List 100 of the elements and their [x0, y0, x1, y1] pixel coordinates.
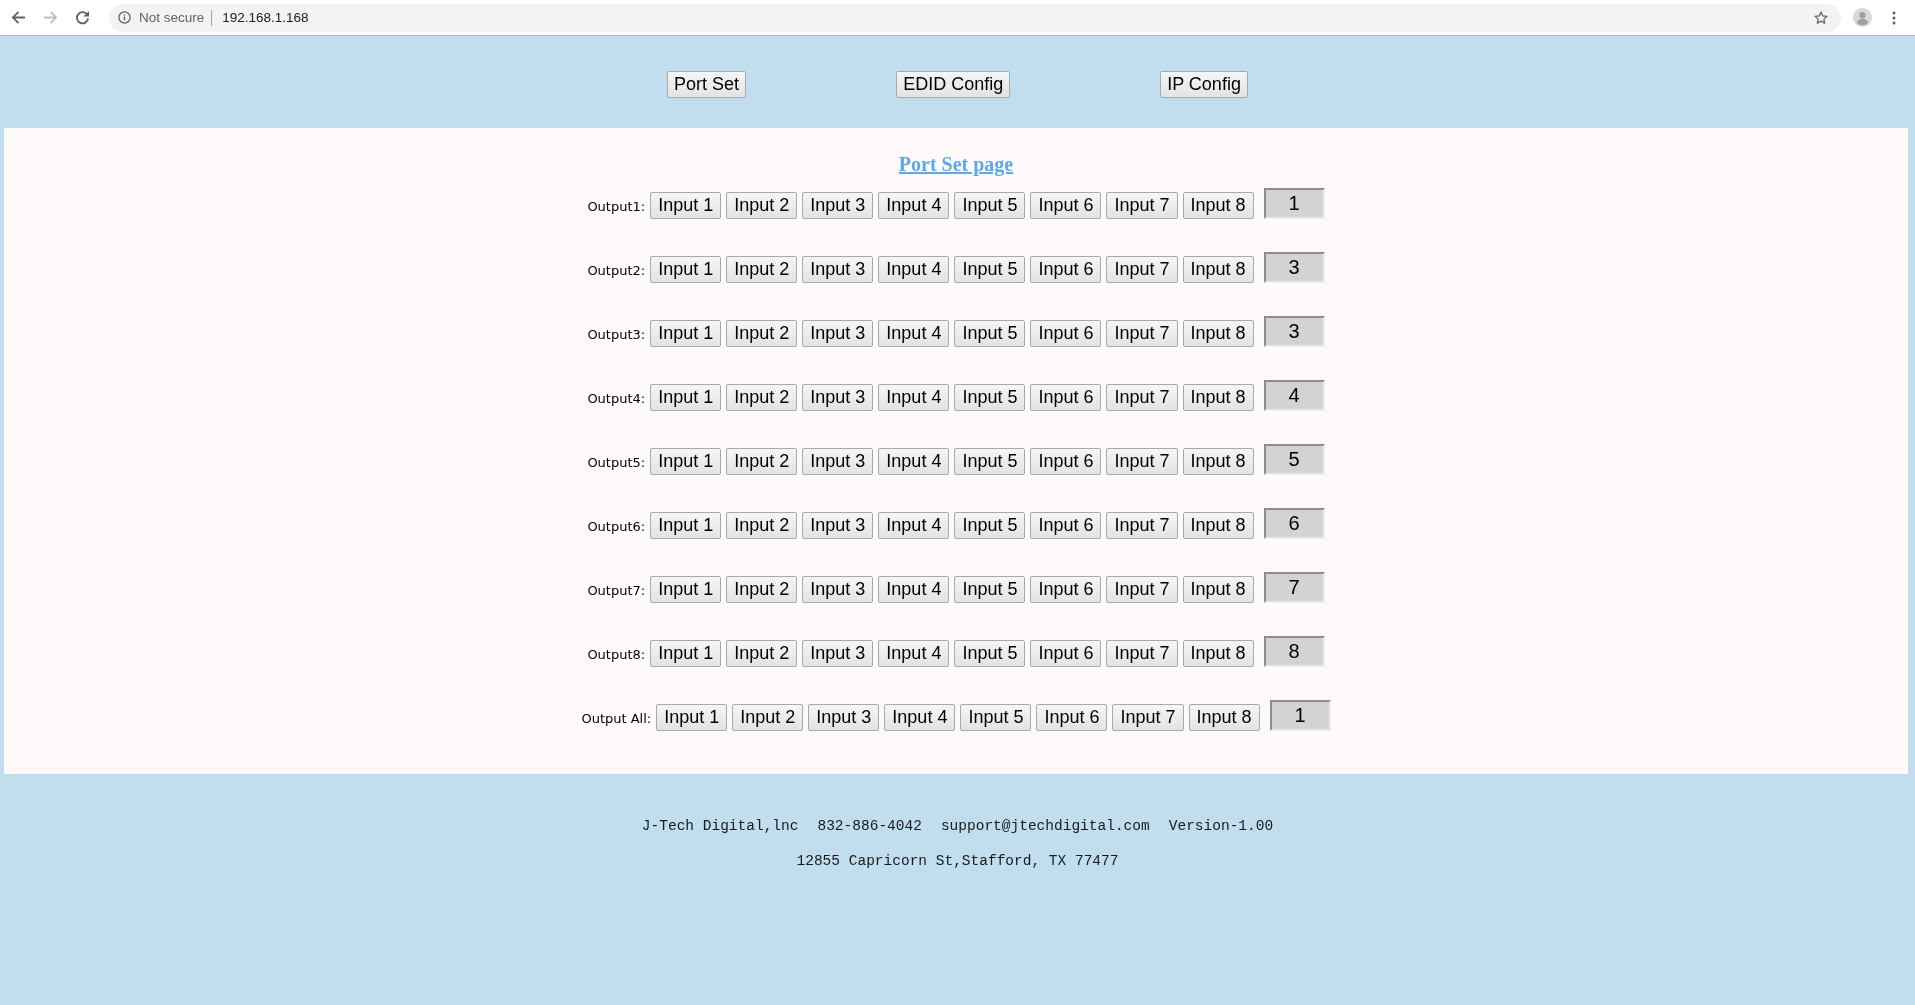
input-button[interactable]: Input 6 — [1030, 192, 1102, 219]
output-label: Output2: — [587, 262, 646, 278]
input-button[interactable]: Input 1 — [650, 448, 722, 475]
input-button[interactable]: Input 5 — [954, 576, 1026, 603]
input-button[interactable]: Input 2 — [726, 256, 798, 283]
input-button[interactable]: Input 8 — [1188, 704, 1260, 731]
input-button[interactable]: Input 7 — [1106, 320, 1178, 347]
input-button[interactable]: Input 2 — [732, 704, 804, 731]
more-menu-icon[interactable] — [1892, 10, 1896, 25]
footer-text: support@jtechdigital.com — [940, 817, 1150, 835]
input-button[interactable]: Input 7 — [1106, 384, 1178, 411]
input-button[interactable]: Input 4 — [878, 256, 950, 283]
input-button[interactable]: Input 1 — [650, 192, 722, 219]
input-button[interactable]: Input 1 — [650, 512, 722, 539]
input-button[interactable]: Input 7 — [1106, 256, 1178, 283]
input-button[interactable]: Input 4 — [878, 192, 950, 219]
reload-icon[interactable] — [75, 10, 90, 25]
nav-button[interactable]: IP Config — [1160, 71, 1248, 98]
url-text[interactable]: 192.168.1.168 — [222, 10, 309, 25]
output-number-field[interactable]: 5 — [1263, 444, 1325, 475]
nav-button[interactable]: Port Set — [667, 71, 747, 98]
nav-button[interactable]: EDID Config — [896, 71, 1011, 98]
avatar-icon[interactable] — [1853, 8, 1872, 27]
output-number-field[interactable]: 4 — [1263, 380, 1325, 411]
input-button[interactable]: Input 2 — [726, 192, 798, 219]
input-button[interactable]: Input 7 — [1106, 640, 1178, 667]
input-button[interactable]: Input 6 — [1030, 448, 1102, 475]
output-label: Output7: — [587, 582, 646, 598]
input-button[interactable]: Input 7 — [1106, 512, 1178, 539]
output-number-field[interactable]: 7 — [1263, 572, 1325, 603]
input-button[interactable]: Input 6 — [1030, 576, 1102, 603]
input-button[interactable]: Input 6 — [1030, 512, 1102, 539]
input-button[interactable]: Input 6 — [1030, 320, 1102, 347]
input-button[interactable]: Input 2 — [726, 640, 798, 667]
input-button[interactable]: Input 4 — [878, 640, 950, 667]
input-button[interactable]: Input 3 — [802, 320, 874, 347]
output-number-field[interactable]: 3 — [1263, 252, 1325, 283]
input-button[interactable]: Input 5 — [954, 640, 1026, 667]
input-button[interactable]: Input 5 — [954, 192, 1026, 219]
input-button[interactable]: Input 5 — [954, 320, 1026, 347]
input-button[interactable]: Input 6 — [1036, 704, 1108, 731]
output-label: Output3: — [587, 326, 646, 342]
input-button[interactable]: Input 8 — [1182, 192, 1254, 219]
input-button[interactable]: Input 3 — [802, 640, 874, 667]
input-button[interactable]: Input 8 — [1182, 384, 1254, 411]
input-button[interactable]: Input 7 — [1112, 704, 1184, 731]
input-button[interactable]: Input 2 — [726, 320, 798, 347]
input-button[interactable]: Input 5 — [954, 448, 1026, 475]
input-button[interactable]: Input 1 — [650, 576, 722, 603]
input-button[interactable]: Input 6 — [1030, 640, 1102, 667]
output-label: Output5: — [587, 454, 646, 470]
back-arrow-icon[interactable] — [11, 10, 26, 25]
input-button[interactable]: Input 3 — [808, 704, 880, 731]
input-button[interactable]: Input 7 — [1106, 192, 1178, 219]
output-number-field[interactable]: 1 — [1269, 700, 1331, 731]
input-button[interactable]: Input 1 — [650, 640, 722, 667]
input-button[interactable]: Input 4 — [878, 512, 950, 539]
input-button[interactable]: Input 3 — [802, 512, 874, 539]
output-number-field[interactable]: 8 — [1263, 636, 1325, 667]
output-number-field[interactable]: 3 — [1263, 316, 1325, 347]
input-button[interactable]: Input 5 — [954, 384, 1026, 411]
input-button[interactable]: Input 1 — [650, 384, 722, 411]
footer-text: Version-1.00 — [1168, 817, 1274, 835]
input-button[interactable]: Input 2 — [726, 576, 798, 603]
input-button[interactable]: Input 4 — [878, 448, 950, 475]
input-button[interactable]: Input 4 — [884, 704, 956, 731]
input-button[interactable]: Input 8 — [1182, 320, 1254, 347]
input-button[interactable]: Input 2 — [726, 512, 798, 539]
output-number-field[interactable]: 6 — [1263, 508, 1325, 539]
input-button[interactable]: Input 5 — [954, 512, 1026, 539]
output-label: Output1: — [587, 198, 646, 214]
input-button[interactable]: Input 8 — [1182, 640, 1254, 667]
input-button[interactable]: Input 4 — [878, 384, 950, 411]
footer-text: 12855 Capricorn St,Stafford, TX 77477 — [796, 852, 1119, 870]
output-number-field[interactable]: 1 — [1263, 188, 1325, 219]
input-button[interactable]: Input 8 — [1182, 256, 1254, 283]
input-button[interactable]: Input 7 — [1106, 576, 1178, 603]
input-button[interactable]: Input 8 — [1182, 512, 1254, 539]
input-button[interactable]: Input 4 — [878, 576, 950, 603]
input-button[interactable]: Input 3 — [802, 384, 874, 411]
input-button[interactable]: Input 1 — [656, 704, 728, 731]
input-button[interactable]: Input 1 — [650, 320, 722, 347]
info-icon[interactable] — [118, 11, 131, 24]
star-icon[interactable] — [1814, 10, 1828, 25]
input-button[interactable]: Input 7 — [1106, 448, 1178, 475]
input-button[interactable]: Input 6 — [1030, 384, 1102, 411]
input-button[interactable]: Input 5 — [960, 704, 1032, 731]
input-button[interactable]: Input 5 — [954, 256, 1026, 283]
input-button[interactable]: Input 2 — [726, 448, 798, 475]
input-button[interactable]: Input 8 — [1182, 448, 1254, 475]
input-button[interactable]: Input 3 — [802, 576, 874, 603]
input-button[interactable]: Input 3 — [802, 448, 874, 475]
input-button[interactable]: Input 6 — [1030, 256, 1102, 283]
input-button[interactable]: Input 3 — [802, 256, 874, 283]
input-button[interactable]: Input 4 — [878, 320, 950, 347]
input-button[interactable]: Input 8 — [1182, 576, 1254, 603]
input-button[interactable]: Input 2 — [726, 384, 798, 411]
footer-text: 832-886-4042 — [817, 817, 922, 835]
input-button[interactable]: Input 3 — [802, 192, 874, 219]
input-button[interactable]: Input 1 — [650, 256, 722, 283]
